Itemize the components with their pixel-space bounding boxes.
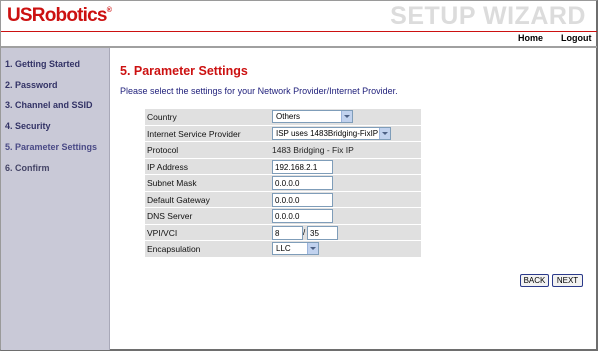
usrobotics-logo: USRobotics® [7, 5, 112, 27]
ip-address-label: IP Address [147, 161, 188, 172]
isp-select[interactable]: ISP uses 1483Bridging-FixIP [272, 126, 391, 140]
isp-select-value: ISP uses 1483Bridging-FixIP [276, 128, 379, 138]
sidebar-item-confirm[interactable]: 6. Confirm [5, 163, 50, 173]
chevron-down-icon [379, 127, 390, 139]
sidebar-item-security[interactable]: 4. Security [5, 121, 51, 131]
vpi-input[interactable]: 8 [272, 225, 303, 240]
setup-wizard-title: SETUP WIZARD [390, 2, 586, 30]
top-navigation: Home Logout [1, 32, 597, 46]
default-gateway-input[interactable]: 0.0.0.0 [272, 192, 333, 207]
next-button[interactable]: NEXT [552, 274, 583, 287]
encapsulation-row: Encapsulation LLC [145, 241, 421, 258]
wizard-steps-sidebar: 1. Getting Started 2. Password 3. Channe… [1, 48, 110, 350]
logo-text: USRobotics [7, 5, 107, 26]
sidebar-item-channel-ssid[interactable]: 3. Channel and SSID [5, 100, 93, 110]
protocol-label: Protocol [147, 145, 179, 155]
default-gateway-label: Default Gateway [147, 194, 210, 205]
back-button[interactable]: BACK [520, 274, 549, 287]
default-gateway-row: Default Gateway 0.0.0.0 [145, 191, 421, 208]
country-select[interactable]: Others [272, 110, 353, 123]
dns-server-input[interactable]: 0.0.0.0 [272, 209, 333, 223]
subnet-mask-row: Subnet Mask 0.0.0.0 [145, 175, 421, 192]
wizard-window: USRobotics® SETUP WIZARD Home Logout 1. … [0, 0, 598, 351]
protocol-value: 1483 Bridging - Fix IP [272, 145, 354, 155]
encapsulation-select-value: LLC [276, 244, 291, 253]
vpi-vci-label: VPI/VCI [147, 227, 178, 238]
sidebar-item-parameter-settings[interactable]: 5. Parameter Settings [5, 142, 97, 152]
encapsulation-select[interactable]: LLC [272, 242, 319, 255]
isp-row: Internet Service Provider ISP uses 1483B… [145, 125, 421, 142]
sidebar-item-getting-started[interactable]: 1. Getting Started [5, 59, 80, 69]
country-select-value: Others [276, 112, 301, 121]
chevron-down-icon [307, 243, 318, 254]
vpi-vci-separator: / [303, 227, 306, 237]
encapsulation-label: Encapsulation [147, 244, 201, 254]
country-label: Country [147, 112, 177, 122]
isp-label: Internet Service Provider [147, 128, 241, 139]
chevron-down-icon [341, 111, 352, 122]
ip-address-input[interactable]: 192.168.2.1 [272, 159, 333, 174]
page-title: 5. Parameter Settings [120, 64, 248, 78]
protocol-row: Protocol 1483 Bridging - Fix IP [145, 142, 421, 159]
subnet-mask-label: Subnet Mask [147, 178, 197, 188]
vpi-vci-row: VPI/VCI 8 / 35 [145, 224, 421, 241]
home-link[interactable]: Home [518, 33, 543, 43]
instruction-text: Please select the settings for your Netw… [120, 86, 398, 96]
logout-link[interactable]: Logout [561, 33, 592, 43]
country-row: Country Others [145, 109, 421, 126]
sidebar-item-password[interactable]: 2. Password [5, 80, 58, 90]
vci-input[interactable]: 35 [307, 225, 338, 240]
dns-server-label: DNS Server [147, 211, 193, 221]
subnet-mask-input[interactable]: 0.0.0.0 [272, 176, 333, 190]
dns-server-row: DNS Server 0.0.0.0 [145, 208, 421, 225]
ip-address-row: IP Address 192.168.2.1 [145, 158, 421, 175]
logo-registered-mark: ® [106, 7, 112, 14]
